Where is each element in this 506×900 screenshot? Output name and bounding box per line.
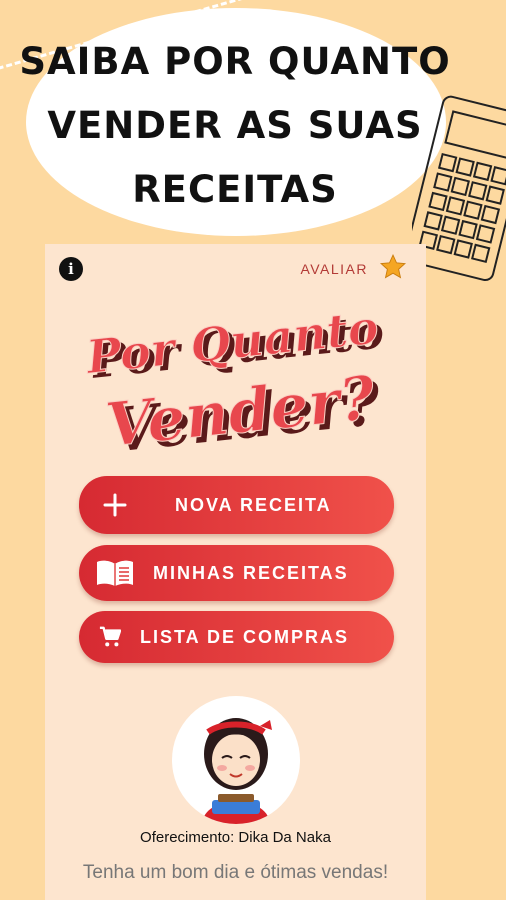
- rate-app-link[interactable]: AVALIAR: [300, 261, 368, 277]
- app-screen: i AVALIAR Por Quanto Por Quanto Vender? …: [45, 244, 426, 900]
- app-logo: Por Quanto Por Quanto Vender? Vender?: [83, 299, 383, 458]
- headline-line-2: VENDER AS SUAS: [47, 104, 423, 147]
- sponsor-avatar: [172, 696, 300, 824]
- greeting-text: Tenha um bom dia e ótimas vendas!: [82, 862, 389, 883]
- plus-icon: [103, 493, 127, 517]
- info-icon[interactable]: i: [59, 257, 83, 281]
- sponsor-text: Oferecimento: Dika Da Naka: [140, 829, 331, 846]
- star-icon[interactable]: [379, 253, 407, 281]
- calculator-icon: [412, 95, 506, 282]
- shopping-list-label: LISTA DE COMPRAS: [140, 627, 350, 647]
- my-recipes-label: MINHAS RECEITAS: [153, 563, 349, 583]
- book-icon: [97, 560, 133, 586]
- cart-icon: [99, 626, 121, 647]
- shopping-list-button[interactable]: LISTA DE COMPRAS: [79, 611, 394, 663]
- headline-line-1: SAIBA POR QUANTO: [19, 40, 451, 83]
- headline-line-3: RECEITAS: [132, 168, 338, 211]
- new-recipe-label: NOVA RECEITA: [175, 495, 332, 515]
- promo-headline: SAIBA POR QUANTO VENDER AS SUAS RECEITAS: [0, 30, 470, 222]
- avatar-illustration: [202, 718, 272, 824]
- my-recipes-button[interactable]: MINHAS RECEITAS: [79, 545, 394, 601]
- new-recipe-button[interactable]: NOVA RECEITA: [79, 476, 394, 534]
